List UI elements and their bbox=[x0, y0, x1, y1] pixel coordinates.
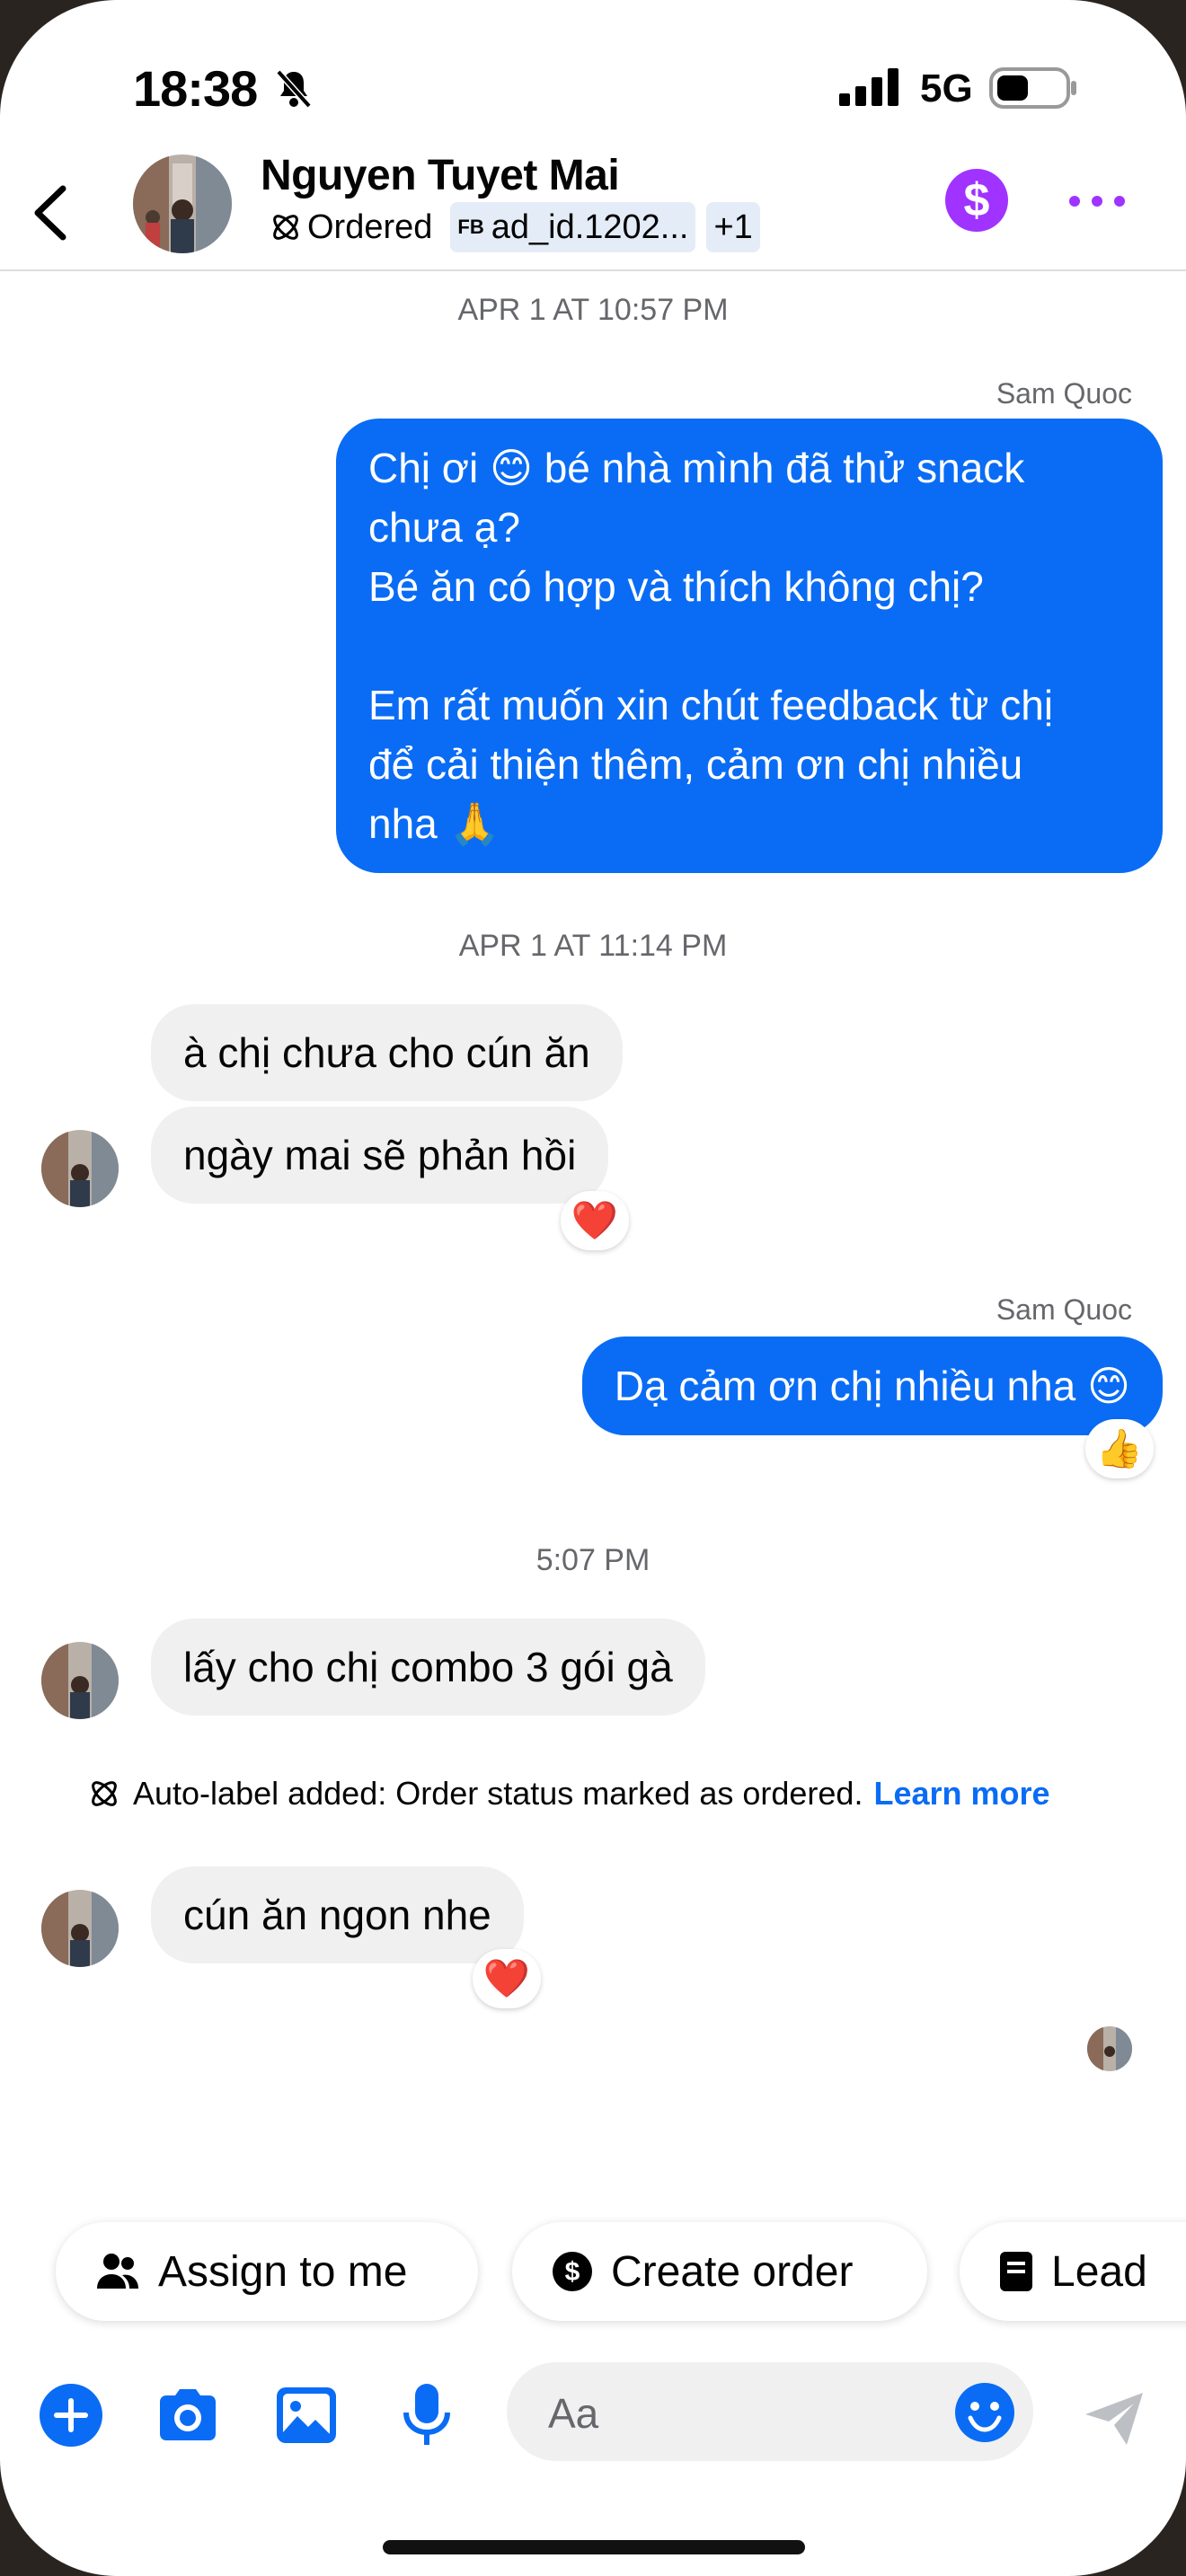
more-options-icon[interactable] bbox=[1066, 190, 1128, 212]
contact-avatar[interactable] bbox=[133, 154, 232, 253]
status-time: 18:38 bbox=[133, 60, 258, 117]
dollar-circle-icon: $ bbox=[553, 2252, 592, 2291]
create-order-button[interactable]: $ Create order bbox=[512, 2222, 927, 2321]
plus-icon[interactable] bbox=[38, 2382, 104, 2448]
document-icon bbox=[1000, 2252, 1032, 2291]
assign-to-me-label: Assign to me bbox=[158, 2247, 408, 2296]
assign-to-me-button[interactable]: Assign to me bbox=[56, 2222, 478, 2321]
incoming-message[interactable]: à chị chưa cho cún ăn bbox=[151, 1004, 623, 1101]
payment-dollar-icon[interactable]: $ bbox=[945, 169, 1008, 232]
sender-avatar[interactable] bbox=[41, 1890, 119, 1967]
sender-avatar[interactable] bbox=[41, 1130, 119, 1207]
label-ordered[interactable]: Ordered bbox=[261, 202, 439, 252]
fb-prefix: FB bbox=[457, 216, 484, 238]
message-line: Chị ơi 😊 bé nhà mình đã thử snack bbox=[368, 445, 1025, 491]
auto-label-icon bbox=[273, 215, 298, 240]
seen-receipt-avatar bbox=[1087, 2026, 1132, 2071]
conversation-header: Nguyen Tuyet Mai Ordered FB ad_id.1202..… bbox=[0, 144, 1186, 271]
send-icon[interactable] bbox=[1082, 2386, 1146, 2450]
phone-screen: 18:38 5G Nguyen Tuyet Mai Ordered FB ad_… bbox=[0, 0, 1186, 2576]
timestamp: APR 1 AT 10:57 PM bbox=[457, 293, 729, 327]
incoming-message[interactable]: cún ăn ngon nhe bbox=[151, 1866, 524, 1963]
mute-bell-icon bbox=[276, 69, 312, 109]
contact-name[interactable]: Nguyen Tuyet Mai bbox=[261, 151, 620, 200]
svg-text:$: $ bbox=[565, 2257, 580, 2287]
timestamp: APR 1 AT 11:14 PM bbox=[458, 929, 728, 963]
microphone-icon[interactable] bbox=[394, 2382, 460, 2448]
network-type: 5G bbox=[920, 66, 973, 110]
battery-icon bbox=[989, 67, 1076, 109]
label-ad-text: ad_id.1202... bbox=[491, 207, 689, 246]
back-arrow-icon[interactable] bbox=[27, 181, 77, 244]
outgoing-message[interactable]: Chị ơi 😊 bé nhà mình đã thử snack chưa ạ… bbox=[336, 419, 1163, 873]
home-indicator bbox=[383, 2540, 805, 2554]
label-ordered-text: Ordered bbox=[307, 207, 433, 246]
message-input[interactable]: Aa bbox=[507, 2362, 1033, 2461]
thumbs-up-reaction[interactable]: 👍 bbox=[1085, 1419, 1154, 1478]
emoji-icon[interactable] bbox=[954, 2382, 1015, 2443]
heart-reaction[interactable]: ❤️ bbox=[561, 1191, 629, 1250]
contact-labels: Ordered FB ad_id.1202... +1 bbox=[261, 201, 760, 253]
incoming-message[interactable]: ngày mai sẽ phản hồi bbox=[151, 1107, 609, 1204]
message-line: chưa ạ? bbox=[368, 504, 520, 551]
sender-name: Sam Quoc bbox=[996, 1293, 1132, 1326]
signal-icon bbox=[839, 68, 898, 106]
status-bar: 18:38 5G bbox=[0, 0, 1186, 162]
sender-avatar[interactable] bbox=[41, 1642, 119, 1719]
label-more[interactable]: +1 bbox=[706, 202, 760, 252]
camera-icon[interactable] bbox=[155, 2382, 221, 2448]
create-order-label: Create order bbox=[611, 2247, 854, 2296]
system-notice-text: Auto-label added: Order status marked as… bbox=[133, 1775, 863, 1812]
heart-reaction[interactable]: ❤️ bbox=[473, 1949, 541, 2008]
incoming-message[interactable]: lấy cho chị combo 3 gói gà bbox=[151, 1619, 705, 1716]
label-ad-id[interactable]: FB ad_id.1202... bbox=[450, 202, 696, 252]
lead-label: Lead bbox=[1051, 2247, 1147, 2296]
system-notice: Auto-label added: Order status marked as… bbox=[86, 1775, 1050, 1813]
gallery-icon[interactable] bbox=[273, 2382, 340, 2448]
message-placeholder: Aa bbox=[548, 2390, 599, 2437]
message-line: Em rất muốn xin chút feedback từ chị bbox=[368, 682, 1054, 728]
timestamp: 5:07 PM bbox=[535, 1543, 651, 1577]
message-line: để cải thiện thêm, cảm ơn chị nhiều bbox=[368, 741, 1023, 788]
outgoing-message[interactable]: Dạ cảm ơn chị nhiều nha 😊 bbox=[581, 1337, 1163, 1435]
people-icon bbox=[97, 2254, 138, 2289]
auto-label-icon bbox=[92, 1781, 117, 1806]
label-more-text: +1 bbox=[713, 207, 753, 246]
lead-button[interactable]: Lead bbox=[960, 2222, 1186, 2321]
sender-name: Sam Quoc bbox=[996, 377, 1132, 410]
message-line: Bé ăn có hợp và thích không chị? bbox=[368, 563, 984, 610]
message-line: nha 🙏 bbox=[368, 800, 500, 847]
learn-more-link[interactable]: Learn more bbox=[873, 1775, 1049, 1813]
